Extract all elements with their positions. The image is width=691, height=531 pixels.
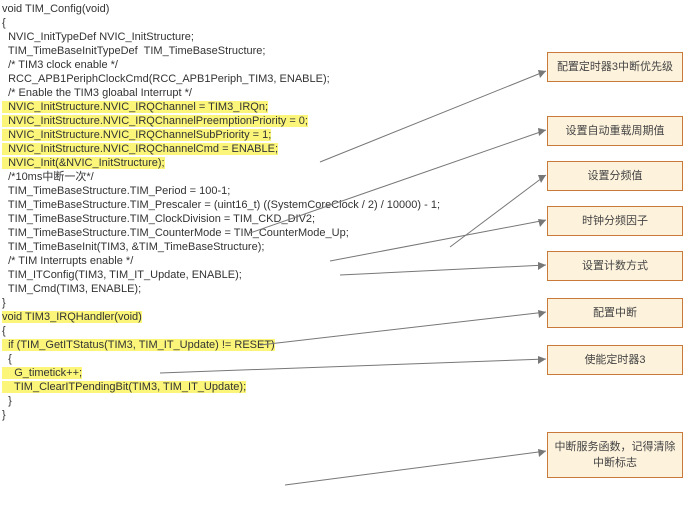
annotation-clockdiv: 时钟分频因子	[547, 206, 683, 236]
code-line: {	[2, 16, 482, 30]
code-line: TIM_ClearITPendingBit(TIM3, TIM_IT_Updat…	[2, 380, 482, 394]
code-line: TIM_Cmd(TIM3, ENABLE);	[2, 282, 482, 296]
code-line: TIM_ITConfig(TIM3, TIM_IT_Update, ENABLE…	[2, 268, 482, 282]
annotation-tim-enable: 使能定时器3	[547, 345, 683, 375]
code-line: TIM_TimeBaseStructure.TIM_Prescaler = (u…	[2, 198, 482, 212]
code-line: NVIC_Init(&NVIC_InitStructure);	[2, 156, 482, 170]
code-line: void TIM_Config(void)	[2, 2, 482, 16]
code-line: /* Enable the TIM3 gloabal Interrupt */	[2, 86, 482, 100]
code-line: TIM_TimeBaseInitTypeDef TIM_TimeBaseStru…	[2, 44, 482, 58]
annotation-irq-enable: 配置中断	[547, 298, 683, 328]
code-line: NVIC_InitTypeDef NVIC_InitStructure;	[2, 30, 482, 44]
code-line: NVIC_InitStructure.NVIC_IRQChannelSubPri…	[2, 128, 482, 142]
code-line: /* TIM3 clock enable */	[2, 58, 482, 72]
code-line: /* TIM Interrupts enable */	[2, 254, 482, 268]
code-line: NVIC_InitStructure.NVIC_IRQChannel = TIM…	[2, 100, 482, 114]
code-line: NVIC_InitStructure.NVIC_IRQChannelCmd = …	[2, 142, 482, 156]
code-line: {	[2, 324, 482, 338]
code-line: }	[2, 394, 482, 408]
code-line: TIM_TimeBaseStructure.TIM_CounterMode = …	[2, 226, 482, 240]
code-line: TIM_TimeBaseInit(TIM3, &TIM_TimeBaseStru…	[2, 240, 482, 254]
code-block: void TIM_Config(void) { NVIC_InitTypeDef…	[2, 2, 482, 422]
code-line: G_timetick++;	[2, 366, 482, 380]
code-line: }	[2, 408, 482, 422]
code-line: RCC_APB1PeriphClockCmd(RCC_APB1Periph_TI…	[2, 72, 482, 86]
annotation-prescaler: 设置分频值	[547, 161, 683, 191]
code-line: void TIM3_IRQHandler(void)	[2, 310, 482, 324]
code-line: TIM_TimeBaseStructure.TIM_Period = 100-1…	[2, 184, 482, 198]
code-line: TIM_TimeBaseStructure.TIM_ClockDivision …	[2, 212, 482, 226]
annotation-period: 设置自动重载周期值	[547, 116, 683, 146]
code-line: }	[2, 296, 482, 310]
annotation-counter-mode: 设置计数方式	[547, 251, 683, 281]
annotation-priority: 配置定时器3中断优先级	[547, 52, 683, 82]
code-line: NVIC_InitStructure.NVIC_IRQChannelPreemp…	[2, 114, 482, 128]
annotation-isr: 中断服务函数，记得清除中断标志	[547, 432, 683, 478]
code-line: {	[2, 352, 482, 366]
arrow	[285, 449, 546, 485]
code-line: if (TIM_GetITStatus(TIM3, TIM_IT_Update)…	[2, 338, 482, 352]
code-line: /*10ms中断一次*/	[2, 170, 482, 184]
